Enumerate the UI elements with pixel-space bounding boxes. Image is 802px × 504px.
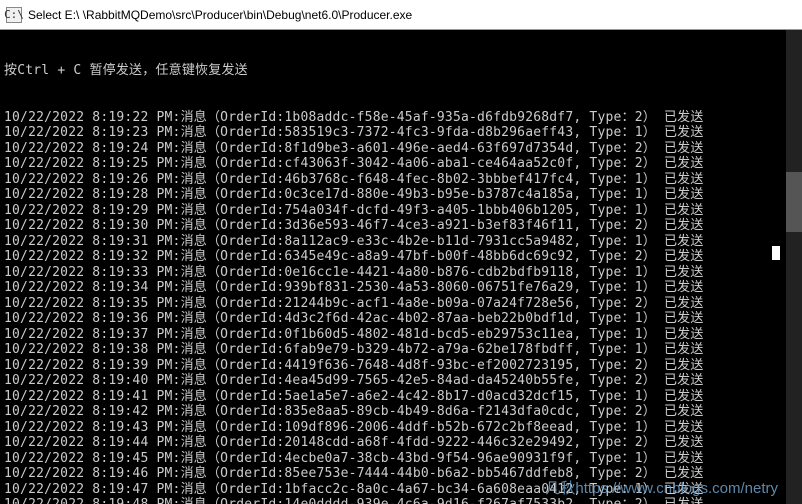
log-line: 10/22/2022 8:19:31 PM:消息（OrderId:8a112ac… [4,234,798,250]
log-line: 10/22/2022 8:19:26 PM:消息（OrderId:46b3768… [4,172,798,188]
window-titlebar[interactable]: C:\ Select E:\ \RabbitMQDemo\src\Produce… [0,0,802,30]
log-line: 10/22/2022 8:19:39 PM:消息（OrderId:4419f63… [4,358,798,374]
log-line: 10/22/2022 8:19:48 PM:消息（OrderId:14e0ddd… [4,497,798,504]
log-line: 10/22/2022 8:19:37 PM:消息（OrderId:0f1b60d… [4,327,798,343]
log-line: 10/22/2022 8:19:47 PM:消息（OrderId:1bfacc2… [4,482,798,498]
hint-line: 按Ctrl + C 暂停发送，任意键恢复发送 [4,63,798,79]
log-line: 10/22/2022 8:19:38 PM:消息（OrderId:6fab9e7… [4,342,798,358]
log-line: 10/22/2022 8:19:45 PM:消息（OrderId:4ecbe0a… [4,451,798,467]
console-output[interactable]: 按Ctrl + C 暂停发送，任意键恢复发送 10/22/2022 8:19:2… [0,30,802,504]
log-line: 10/22/2022 8:19:41 PM:消息（OrderId:5ae1a5e… [4,389,798,405]
log-line: 10/22/2022 8:19:40 PM:消息（OrderId:4ea45d9… [4,373,798,389]
log-line: 10/22/2022 8:19:23 PM:消息（OrderId:583519c… [4,125,798,141]
log-line: 10/22/2022 8:19:22 PM:消息（OrderId:1b08add… [4,110,798,126]
log-line: 10/22/2022 8:19:29 PM:消息（OrderId:754a034… [4,203,798,219]
scrollbar-thumb[interactable] [786,172,802,232]
log-line: 10/22/2022 8:19:32 PM:消息（OrderId:6345e49… [4,249,798,265]
log-line: 10/22/2022 8:19:30 PM:消息（OrderId:3d36e59… [4,218,798,234]
log-lines-container: 10/22/2022 8:19:22 PM:消息（OrderId:1b08add… [4,110,798,504]
selection-cursor [772,246,780,260]
console-app-icon: C:\ [6,7,22,23]
vertical-scrollbar[interactable] [786,30,802,504]
log-line: 10/22/2022 8:19:28 PM:消息（OrderId:0c3ce17… [4,187,798,203]
log-line: 10/22/2022 8:19:44 PM:消息（OrderId:20148cd… [4,435,798,451]
log-line: 10/22/2022 8:19:36 PM:消息（OrderId:4d3c2f6… [4,311,798,327]
log-line: 10/22/2022 8:19:42 PM:消息（OrderId:835e8aa… [4,404,798,420]
log-line: 10/22/2022 8:19:43 PM:消息（OrderId:109df89… [4,420,798,436]
log-line: 10/22/2022 8:19:34 PM:消息（OrderId:939bf83… [4,280,798,296]
log-line: 10/22/2022 8:19:25 PM:消息（OrderId:cf43063… [4,156,798,172]
log-line: 10/22/2022 8:19:33 PM:消息（OrderId:0e16cc1… [4,265,798,281]
log-line: 10/22/2022 8:19:35 PM:消息（OrderId:21244b9… [4,296,798,312]
log-line: 10/22/2022 8:19:46 PM:消息（OrderId:85ee753… [4,466,798,482]
window-title: Select E:\ \RabbitMQDemo\src\Producer\bi… [28,8,412,22]
log-line: 10/22/2022 8:19:24 PM:消息（OrderId:8f1d9be… [4,141,798,157]
